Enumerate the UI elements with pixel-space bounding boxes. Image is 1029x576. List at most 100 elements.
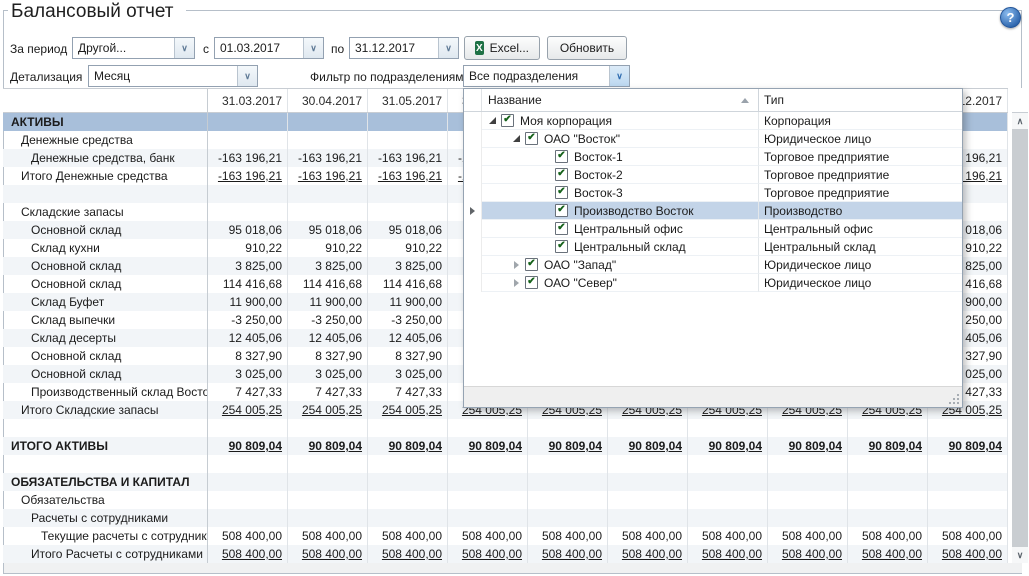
tree-item[interactable]: Восток-3Торговое предприятие xyxy=(464,184,962,202)
table-row[interactable] xyxy=(3,419,1008,437)
cell-value: 90 809,04 xyxy=(688,437,768,455)
date-to-combo[interactable]: 31.12.2017 ∨ xyxy=(349,37,459,59)
tree-item[interactable]: ОАО "Запад"Юридическое лицо xyxy=(464,256,962,274)
from-label: с xyxy=(203,42,209,56)
cell-value: -163 196,21 xyxy=(288,167,368,185)
excel-button[interactable]: Excel... xyxy=(464,36,540,60)
cell-value xyxy=(208,131,288,149)
cell-value: 508 400,00 xyxy=(688,527,768,545)
table-bottom-spacer xyxy=(4,563,1022,573)
tree-indent-spacer xyxy=(540,240,553,253)
detail-label: Детализация xyxy=(10,70,82,84)
cell-value: 90 809,04 xyxy=(368,437,448,455)
checked-checkbox[interactable] xyxy=(555,168,568,181)
refresh-button[interactable]: Обновить xyxy=(547,36,627,60)
checked-checkbox[interactable] xyxy=(525,258,538,271)
cell-value xyxy=(768,491,848,509)
period-combo[interactable]: Другой... ∨ xyxy=(72,37,195,59)
chevron-down-icon[interactable]: ∨ xyxy=(609,66,629,86)
cell-value xyxy=(928,491,1008,509)
cell-value xyxy=(928,419,1008,437)
date-to-value: 31.12.2017 xyxy=(350,38,438,58)
cell-value: 12 405,06 xyxy=(288,329,368,347)
collapse-icon[interactable] xyxy=(486,114,499,127)
cell-value xyxy=(368,491,448,509)
chevron-down-icon[interactable]: ∨ xyxy=(303,38,323,58)
scroll-up-icon[interactable]: ∧ xyxy=(1012,113,1028,129)
tree-item[interactable]: Центральный офисЦентральный офис xyxy=(464,220,962,238)
row-label: Склад Буфет xyxy=(3,293,208,311)
checked-checkbox[interactable] xyxy=(555,150,568,163)
cell-value xyxy=(208,509,288,527)
cell-value: 95 018,06 xyxy=(288,221,368,239)
table-row[interactable]: ИТОГО АКТИВЫ90 809,0490 809,0490 809,049… xyxy=(3,437,1008,455)
tree-item-type: Юридическое лицо xyxy=(759,256,962,274)
chevron-down-icon[interactable]: ∨ xyxy=(438,38,458,58)
date-column-header[interactable]: 31.05.2017 xyxy=(368,89,448,112)
help-icon[interactable]: ? xyxy=(1000,7,1021,28)
table-row[interactable]: Итого Расчеты с сотрудниками508 400,0050… xyxy=(3,545,1008,563)
cell-value xyxy=(208,473,288,491)
cell-value xyxy=(368,455,448,473)
cell-value xyxy=(288,491,368,509)
checked-checkbox[interactable] xyxy=(555,186,568,199)
excel-button-label: Excel... xyxy=(490,41,529,55)
tree-row-gutter xyxy=(464,112,482,130)
cell-value xyxy=(688,455,768,473)
tree-item-type: Корпорация xyxy=(759,112,962,130)
tree-item[interactable]: Восток-1Торговое предприятие xyxy=(464,148,962,166)
chevron-down-icon[interactable]: ∨ xyxy=(174,38,194,58)
resize-grip[interactable] xyxy=(947,392,959,404)
dept-filter-combo[interactable]: Все подразделения ∨ xyxy=(463,65,630,87)
expand-icon[interactable] xyxy=(510,276,523,289)
collapse-icon[interactable] xyxy=(510,132,523,145)
checked-checkbox[interactable] xyxy=(555,204,568,217)
chevron-down-icon[interactable]: ∨ xyxy=(237,66,257,86)
cell-value: 90 809,04 xyxy=(528,437,608,455)
checked-checkbox[interactable] xyxy=(555,240,568,253)
cell-value xyxy=(368,509,448,527)
scroll-down-icon[interactable]: ∨ xyxy=(1012,547,1028,563)
date-column-header[interactable]: 31.03.2017 xyxy=(208,89,288,112)
checked-checkbox[interactable] xyxy=(501,114,514,127)
name-column-header[interactable] xyxy=(3,89,208,112)
tree-item[interactable]: Восток-2Торговое предприятие xyxy=(464,166,962,184)
detail-combo[interactable]: Месяц ∨ xyxy=(88,65,258,87)
tree-item[interactable]: ОАО "Восток"Юридическое лицо xyxy=(464,130,962,148)
cell-value: 7 427,33 xyxy=(288,383,368,401)
cell-value xyxy=(528,509,608,527)
row-label: Обязательства xyxy=(3,491,208,509)
cell-value: 508 400,00 xyxy=(768,545,848,563)
tree-item[interactable]: Центральный складЦентральный склад xyxy=(464,238,962,256)
tree-row-gutter xyxy=(464,202,482,220)
tree-name-column-header[interactable]: Название xyxy=(482,89,759,111)
checked-checkbox[interactable] xyxy=(555,222,568,235)
row-label xyxy=(3,419,208,437)
table-row[interactable]: ОБЯЗАТЕЛЬСТВА И КАПИТАЛ xyxy=(3,473,1008,491)
table-row[interactable]: Текущие расчеты с сотрудниками508 400,00… xyxy=(3,527,1008,545)
tree-row-gutter xyxy=(464,184,482,202)
vertical-scrollbar[interactable]: ∧ ∨ xyxy=(1012,113,1028,563)
date-from-combo[interactable]: 01.03.2017 ∨ xyxy=(214,37,324,59)
scrollbar-thumb[interactable] xyxy=(1012,129,1028,547)
cell-value xyxy=(848,473,928,491)
tree-item[interactable]: Производство ВостокПроизводство xyxy=(464,202,962,220)
cell-value xyxy=(208,113,288,131)
tree-item[interactable]: Моя корпорацияКорпорация xyxy=(464,112,962,130)
tree-item[interactable]: ОАО "Север"Юридическое лицо xyxy=(464,274,962,292)
checked-checkbox[interactable] xyxy=(525,276,538,289)
row-label: Основной склад xyxy=(3,365,208,383)
table-row[interactable]: Обязательства xyxy=(3,491,1008,509)
cell-value xyxy=(608,491,688,509)
table-row[interactable]: Расчеты с сотрудниками xyxy=(3,509,1008,527)
cell-value: -163 196,21 xyxy=(288,149,368,167)
date-column-header[interactable]: 30.04.2017 xyxy=(288,89,368,112)
tree-item-type: Центральный офис xyxy=(759,220,962,238)
table-row[interactable] xyxy=(3,455,1008,473)
cell-value: -163 196,21 xyxy=(368,167,448,185)
expand-icon[interactable] xyxy=(510,258,523,271)
tree-type-column-header[interactable]: Тип xyxy=(759,89,962,111)
checked-checkbox[interactable] xyxy=(525,132,538,145)
tree-empty-area xyxy=(464,292,962,386)
cell-value xyxy=(688,473,768,491)
